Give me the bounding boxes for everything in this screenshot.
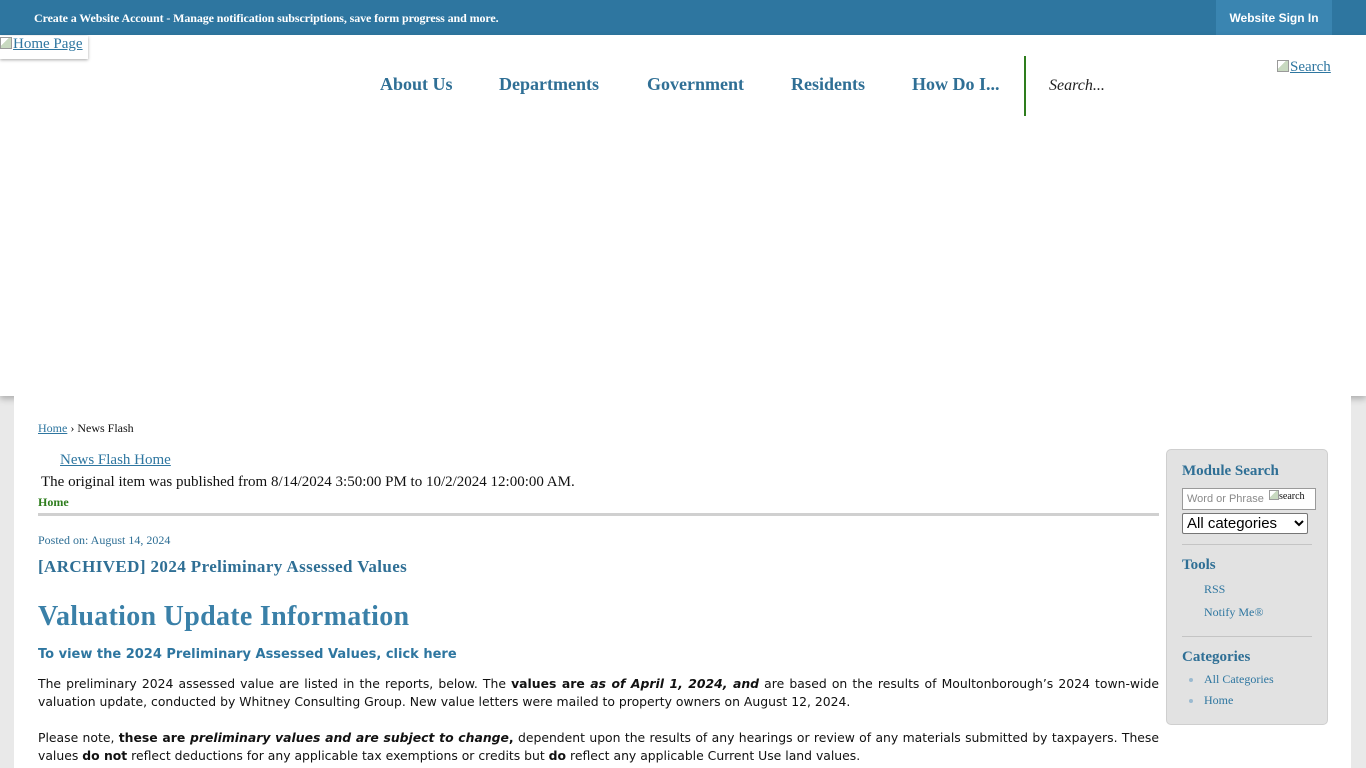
- news-flash-home-link[interactable]: News Flash Home: [60, 452, 171, 469]
- module-search-box: search: [1182, 488, 1316, 510]
- site-header: Home Page About Us Departments Governmen…: [0, 35, 1366, 396]
- category-select[interactable]: All categories: [1182, 513, 1308, 534]
- p1-bold-italic: as of April 1, 2024, and: [590, 676, 760, 691]
- original-publish-note: The original item was published from 8/1…: [41, 474, 575, 490]
- breadcrumb-current: News Flash: [77, 421, 134, 435]
- create-account-link[interactable]: Create a Website Account - Manage notifi…: [34, 11, 499, 26]
- tool-notify-me-link[interactable]: Notify Me®: [1204, 605, 1263, 620]
- p1-text-a: The preliminary 2024 assessed value are …: [38, 676, 512, 691]
- category-tab-home[interactable]: Home: [38, 495, 69, 510]
- search-icon: [1277, 60, 1289, 72]
- nav-government[interactable]: Government: [647, 74, 744, 95]
- site-search-button-alt: Search: [1290, 59, 1331, 75]
- site-search-button[interactable]: Search: [1277, 59, 1331, 76]
- categories-heading: Categories: [1182, 649, 1251, 665]
- article-paragraph-2: Please note, these are preliminary value…: [38, 729, 1159, 765]
- website-sign-in-button[interactable]: Website Sign In: [1216, 0, 1332, 35]
- site-search-input[interactable]: [1040, 72, 1260, 100]
- breadcrumb-home-link[interactable]: Home: [38, 421, 67, 435]
- divider-rule: [38, 513, 1159, 516]
- sidebar-divider: [1182, 544, 1312, 545]
- main-content: Home › News Flash News Flash Home The or…: [14, 396, 1351, 768]
- home-page-logo-alt: Home Page: [13, 36, 83, 52]
- nav-departments[interactable]: Departments: [499, 74, 599, 95]
- p2-bold-italic: preliminary values and are subject to ch…: [189, 730, 509, 745]
- nav-about-us[interactable]: About Us: [380, 74, 453, 95]
- posted-date: Posted on: August 14, 2024: [38, 533, 171, 547]
- category-all-link[interactable]: All Categories: [1204, 672, 1274, 687]
- p2-text-i: reflect any applicable Current Use land …: [566, 748, 861, 763]
- p2-bold-do-not: do not: [82, 748, 128, 763]
- article-heading: Valuation Update Information: [38, 601, 410, 632]
- p2-bold-do: do: [548, 748, 567, 763]
- broken-image-icon: [0, 37, 12, 49]
- top-bar: Create a Website Account - Manage notifi…: [0, 0, 1366, 35]
- tool-rss-link[interactable]: RSS: [1204, 582, 1225, 597]
- article-paragraph-1: The preliminary 2024 assessed value are …: [38, 675, 1159, 711]
- bullet-icon: [1189, 699, 1193, 703]
- p2-text-a: Please note,: [38, 730, 119, 745]
- bullet-icon: [1189, 678, 1193, 682]
- module-sidebar: Module Search search All categories Tool…: [1166, 449, 1328, 725]
- home-page-logo-link[interactable]: Home Page: [0, 36, 88, 59]
- sidebar-divider: [1182, 636, 1312, 637]
- article-title: [ARCHIVED] 2024 Preliminary Assessed Val…: [38, 557, 408, 576]
- breadcrumb: Home › News Flash: [38, 421, 134, 436]
- p2-bold-b: these are: [118, 730, 190, 745]
- module-search-input[interactable]: [1183, 489, 1269, 509]
- nav-residents[interactable]: Residents: [791, 74, 865, 95]
- breadcrumb-separator: ›: [70, 421, 75, 435]
- p1-bold: values are: [511, 676, 591, 691]
- module-search-button[interactable]: search: [1269, 489, 1315, 509]
- category-home-link[interactable]: Home: [1204, 693, 1233, 708]
- module-search-button-alt: search: [1279, 491, 1305, 502]
- search-icon: [1269, 490, 1279, 500]
- p2-text-g: reflect deductions for any applicable ta…: [127, 748, 549, 763]
- view-assessed-values-link[interactable]: To view the 2024 Preliminary Assessed Va…: [38, 647, 457, 662]
- nav-divider: [1024, 56, 1026, 116]
- module-search-heading: Module Search: [1182, 463, 1279, 479]
- tools-heading: Tools: [1182, 557, 1216, 573]
- nav-how-do-i[interactable]: How Do I...: [912, 74, 1000, 95]
